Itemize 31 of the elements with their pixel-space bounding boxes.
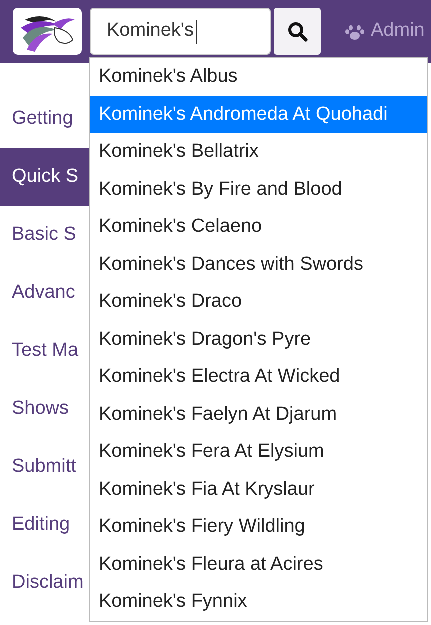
suggestion-item[interactable]: Kominek's Albus [90,58,427,96]
sidebar-item[interactable]: Basic S [0,206,89,264]
search-button[interactable] [274,8,321,55]
sidebar-item[interactable]: Disclaim [0,554,89,612]
sidebar-item[interactable]: Test Ma [0,322,89,380]
search-text: Kominek's [107,19,194,44]
paw-icon [345,22,365,40]
suggestion-item[interactable]: Kominek's Faelyn At Djarum [90,396,427,433]
sidebar-item[interactable]: Editing [0,496,89,554]
sidebar-item[interactable]: Shows [0,380,89,438]
search-icon [288,22,308,42]
suggestion-item[interactable]: Kominek's Fia At Kryslaur [90,470,427,508]
admin-link[interactable]: Admin [345,8,425,55]
suggestion-item[interactable]: Kominek's Electra At Wicked [90,358,427,396]
suggestion-item[interactable]: Kominek's Dances with Swords [90,246,427,283]
logo[interactable] [13,8,82,55]
suggestion-item[interactable]: Kominek's Dragon's Pyre [90,320,427,358]
sidebar-item[interactable]: Submitt [0,438,89,496]
suggestion-item[interactable]: Kominek's Fiery Wildling [90,508,427,546]
suggestion-item[interactable]: Kominek's Celaeno [90,208,427,246]
sidebar-item[interactable]: Advanc [0,264,89,322]
suggestion-item[interactable]: Kominek's Fynnix [90,583,427,620]
suggestion-item[interactable]: Kominek's Fera At Elysium [90,433,427,470]
sidebar-item[interactable]: Quick S [0,148,89,206]
suggestion-item[interactable]: Kominek's Andromeda At Quohadi [90,96,427,133]
sidebar-item[interactable]: Getting [0,90,89,148]
suggestion-item[interactable]: Kominek's By Fire and Blood [90,170,427,208]
suggestion-item[interactable]: Kominek's Fleura at Acires [90,546,427,583]
search-field[interactable]: Kominek's [90,8,271,55]
suggestion-item[interactable]: Kominek's Bellatrix [90,133,427,170]
suggestion-item[interactable]: Kominek's Draco [90,283,427,320]
